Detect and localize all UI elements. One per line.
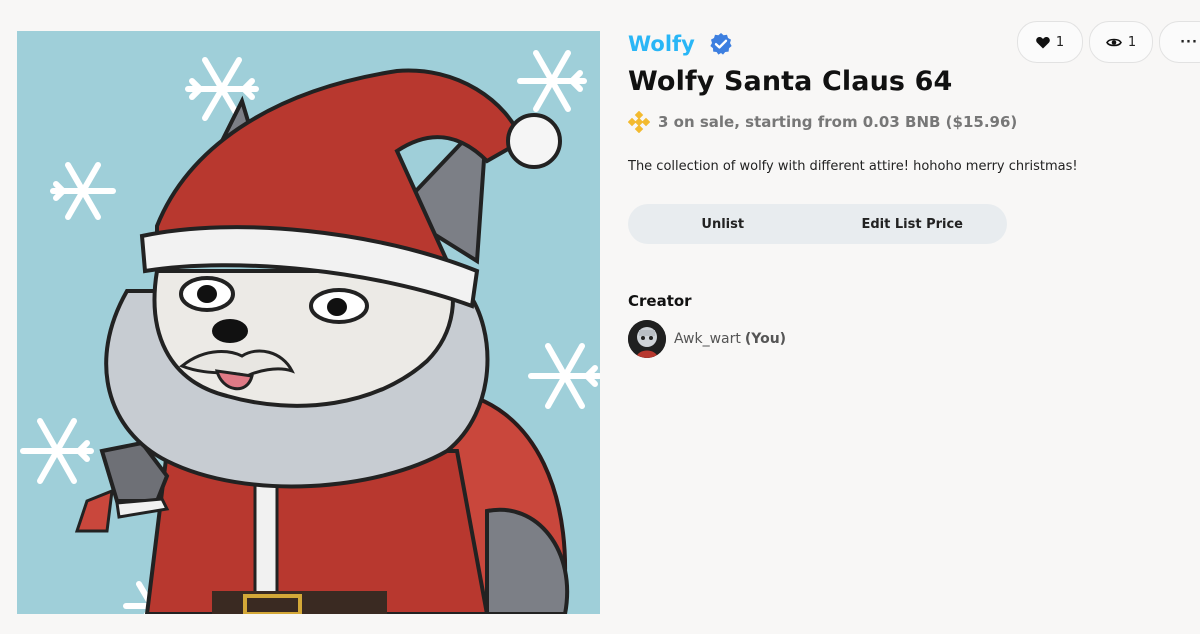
avatar[interactable] — [628, 320, 666, 358]
creator-row[interactable]: Awk_wart (You) — [628, 320, 1188, 358]
listing-actions: Unlist Edit List Price — [628, 204, 1007, 244]
item-details-panel: Wolfy Wolfy Santa Claus 64 3 on sale, st… — [627, 28, 1188, 358]
collection-link[interactable]: Wolfy — [628, 32, 695, 56]
nft-artwork[interactable] — [17, 31, 600, 614]
like-button[interactable]: 1 — [1017, 21, 1083, 63]
heart-icon — [1036, 36, 1050, 49]
views-indicator: 1 — [1089, 21, 1153, 63]
unlist-button[interactable]: Unlist — [628, 217, 818, 232]
like-count: 1 — [1055, 34, 1065, 50]
sale-text: 3 on sale, starting from 0.03 BNB ($15.9… — [658, 113, 1018, 131]
more-icon: ··· — [1180, 34, 1198, 50]
creator-name[interactable]: Awk_wart (You) — [674, 331, 786, 347]
wolfy-santa-illustration — [20, 50, 600, 614]
you-tag: (You) — [744, 331, 787, 347]
more-options-button[interactable]: ··· — [1159, 21, 1200, 63]
item-actions: 1 1 ··· — [1017, 21, 1200, 63]
creator-label: Creator — [628, 292, 692, 310]
creator-username[interactable]: Awk_wart — [674, 331, 741, 347]
sale-info: 3 on sale, starting from 0.03 BNB ($15.9… — [627, 110, 1188, 134]
eye-icon — [1105, 37, 1122, 48]
view-count: 1 — [1127, 34, 1137, 50]
verified-badge-icon — [709, 32, 733, 56]
bnb-icon — [627, 110, 651, 134]
edit-list-price-button[interactable]: Edit List Price — [818, 217, 1008, 232]
item-title: Wolfy Santa Claus 64 — [628, 66, 953, 97]
item-description: The collection of wolfy with different a… — [628, 159, 1078, 174]
